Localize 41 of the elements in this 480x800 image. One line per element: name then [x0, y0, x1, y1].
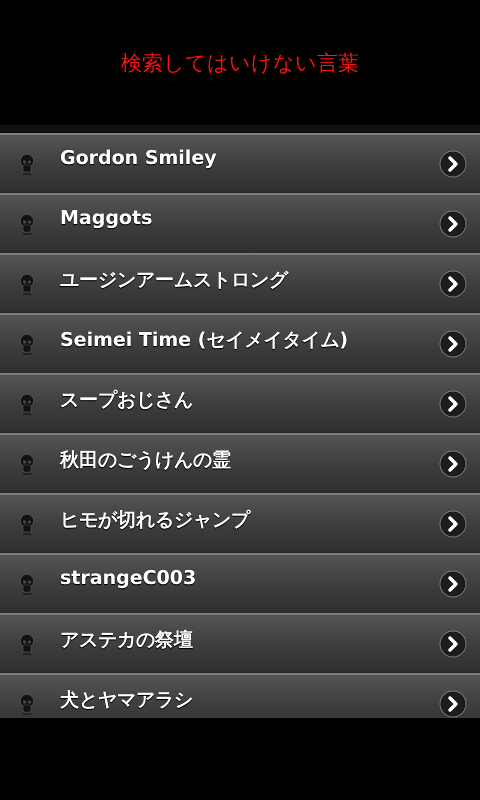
skull-icon	[20, 274, 34, 296]
item-label: ユージンアームストロング	[60, 268, 290, 293]
chevron-right-icon[interactable]	[439, 150, 467, 178]
chevron-right-icon[interactable]	[439, 570, 467, 598]
skull-icon	[20, 574, 34, 596]
skull-icon	[20, 514, 34, 536]
item-label: スープおじさん	[60, 388, 194, 413]
item-label: 犬とヤマアラシ	[60, 688, 194, 713]
list-item[interactable]: strangeC003	[0, 553, 480, 613]
skull-icon	[20, 334, 34, 356]
item-label: Seimei Time (セイメイタイム)	[60, 328, 350, 353]
chevron-right-icon[interactable]	[439, 390, 467, 418]
chevron-right-icon[interactable]	[439, 510, 467, 538]
list-item[interactable]: 秋田のごうけんの霊	[0, 433, 480, 493]
list-item[interactable]: ヒモが切れるジャンプ	[0, 493, 480, 553]
chevron-right-icon[interactable]	[439, 270, 467, 298]
item-label: アステカの祭壇	[60, 628, 194, 653]
item-label: 秋田のごうけんの霊	[60, 448, 232, 473]
item-label: Gordon Smiley	[60, 147, 218, 169]
skull-icon	[20, 694, 34, 716]
list-item[interactable]: Gordon Smiley	[0, 133, 480, 193]
chevron-right-icon[interactable]	[439, 210, 467, 238]
chevron-right-icon[interactable]	[439, 330, 467, 358]
list-item[interactable]: Maggots	[0, 193, 480, 253]
skull-icon	[20, 634, 34, 656]
item-label: strangeC003	[60, 567, 198, 589]
skull-icon	[20, 154, 34, 176]
list-item[interactable]: アステカの祭壇	[0, 613, 480, 673]
item-label: ヒモが切れるジャンプ	[60, 508, 252, 533]
skull-icon	[20, 454, 34, 476]
chevron-right-icon[interactable]	[439, 450, 467, 478]
item-label: Maggots	[60, 207, 154, 229]
chevron-right-icon[interactable]	[439, 630, 467, 658]
list-item[interactable]: ユージンアームストロング	[0, 253, 480, 313]
list-item[interactable]: 犬とヤマアラシ	[0, 673, 480, 718]
screen-title: 検索してはいけない言葉	[121, 50, 359, 76]
chevron-right-icon[interactable]	[439, 690, 467, 718]
list-item[interactable]: Seimei Time (セイメイタイム)	[0, 313, 480, 373]
skull-icon	[20, 214, 34, 236]
skull-icon	[20, 394, 34, 416]
list-item[interactable]: スープおじさん	[0, 373, 480, 433]
